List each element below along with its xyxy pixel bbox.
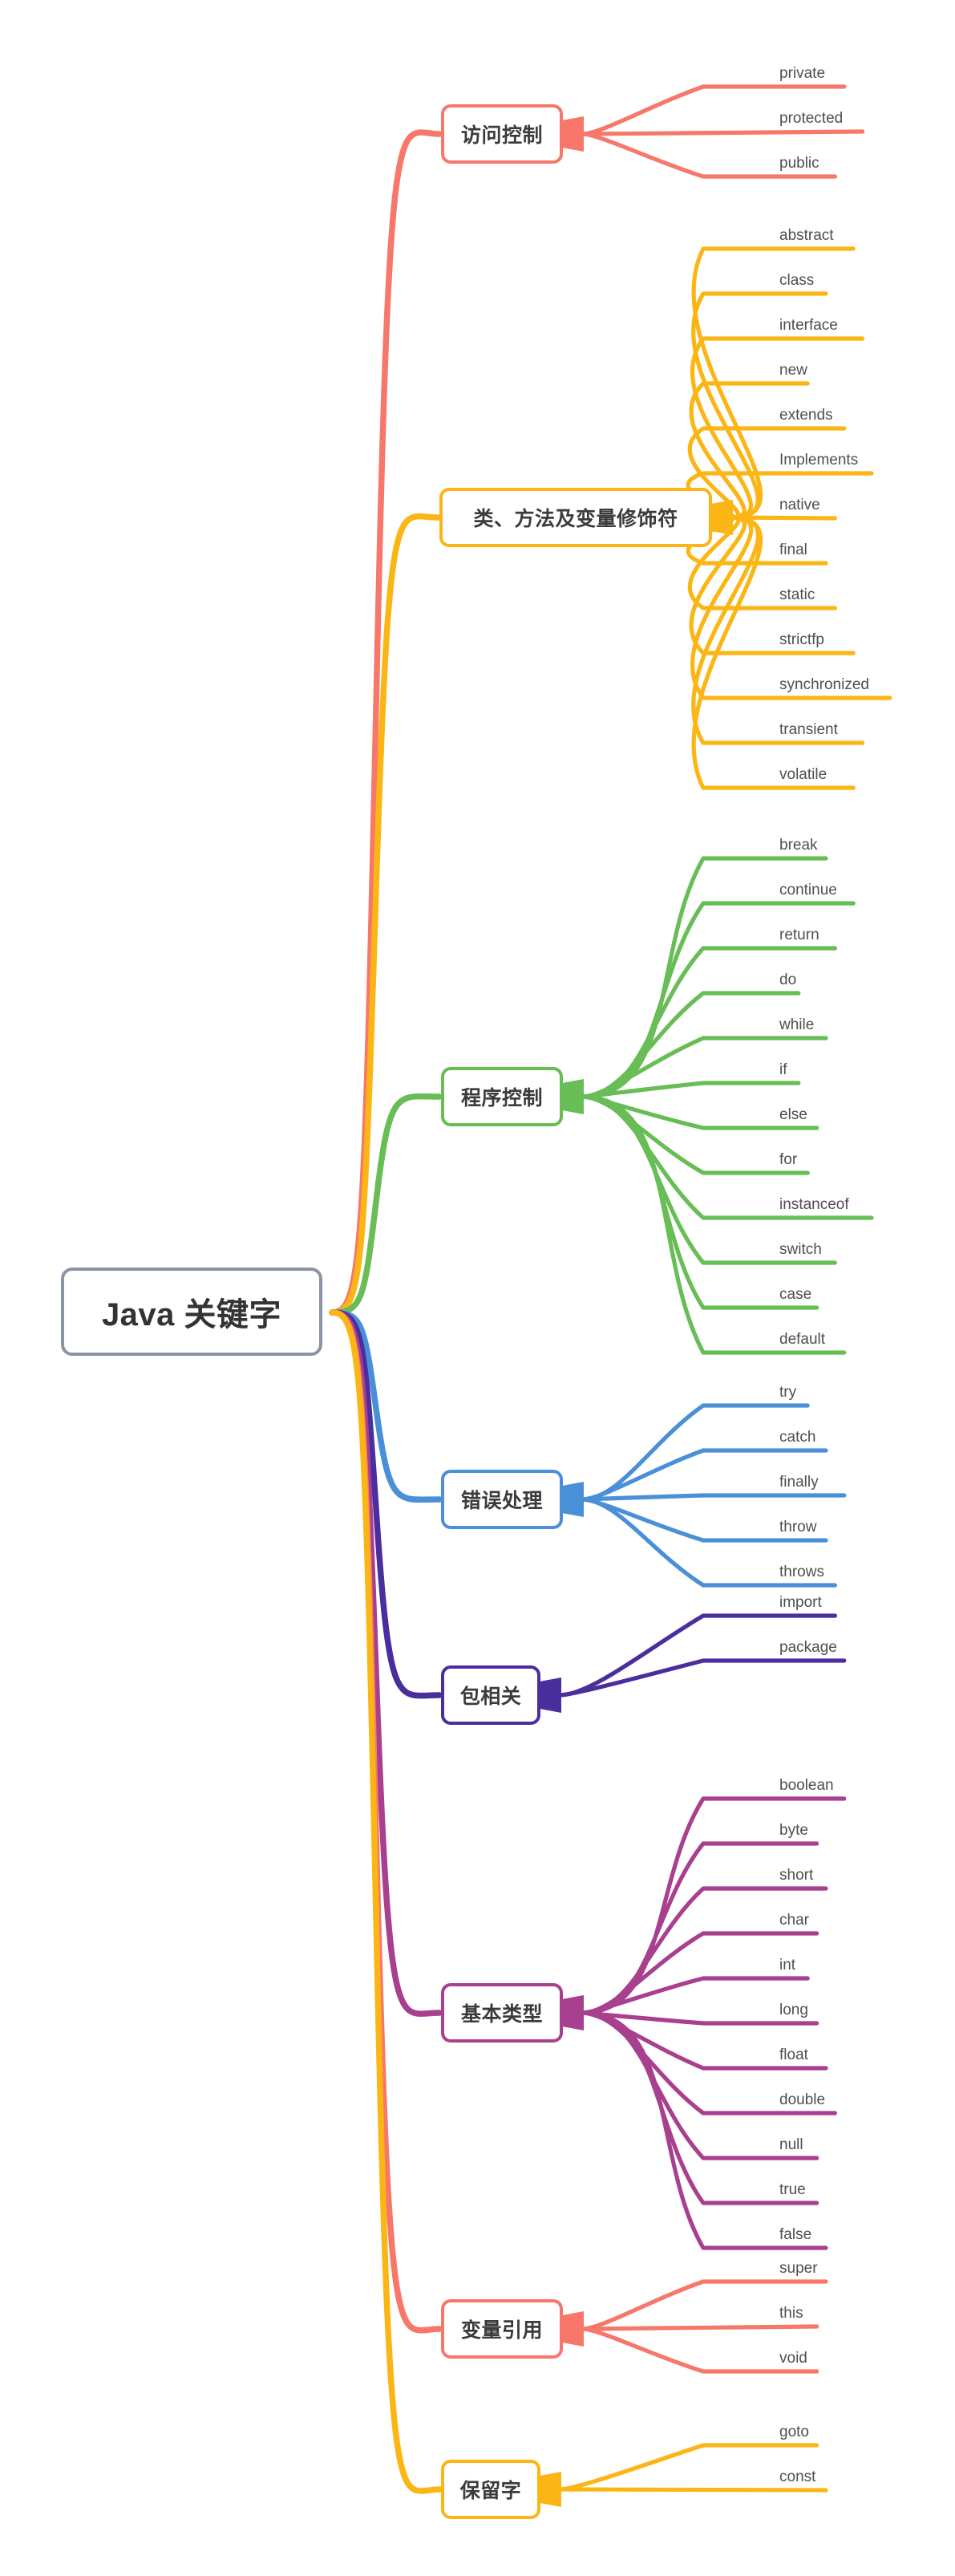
mindmap-canvas: 访问控制 private protected public 类、方法及变量修饰符 abst… xyxy=(0,0,955,2576)
branch-node-label: 保留字 xyxy=(459,2480,522,2502)
branch-node-5[interactable]: 包相关 xyxy=(441,1665,540,1725)
leaf-node[interactable]: final xyxy=(779,542,807,558)
root-node-label: Java 关键字 xyxy=(101,1297,282,1333)
leaf-node[interactable]: void xyxy=(779,2351,807,2366)
leaf-node[interactable]: for xyxy=(779,1152,797,1167)
leaf-node[interactable]: extends xyxy=(779,408,833,423)
leaf-node[interactable]: short xyxy=(779,1868,813,1883)
leaf-node[interactable]: do xyxy=(779,972,796,988)
leaf-node[interactable]: new xyxy=(779,363,807,378)
root-node[interactable]: Java 关键字 xyxy=(61,1268,322,1356)
leaf-node[interactable]: int xyxy=(779,1957,795,1973)
leaf-node[interactable]: default xyxy=(779,1332,825,1347)
leaf-node[interactable]: abstract xyxy=(779,228,834,243)
branch-node-label: 程序控制 xyxy=(460,1087,543,1110)
branch-node-label: 访问控制 xyxy=(460,124,543,147)
leaf-node[interactable]: goto xyxy=(779,2424,809,2440)
leaf-node[interactable]: import xyxy=(779,1595,822,1610)
leaf-node[interactable]: finally xyxy=(779,1475,819,1490)
leaf-node[interactable]: static xyxy=(779,587,815,602)
leaf-node[interactable]: null xyxy=(779,2137,803,2152)
leaf-node[interactable]: if xyxy=(779,1062,787,1077)
leaf-node[interactable]: throws xyxy=(779,1564,824,1580)
branch-node-label: 包相关 xyxy=(459,1686,522,1708)
branch-node-label: 类、方法及变量修饰符 xyxy=(473,508,678,530)
leaf-node[interactable]: native xyxy=(779,497,820,513)
leaf-node[interactable]: super xyxy=(779,2261,818,2276)
branch-node-2[interactable]: 类、方法及变量修饰符 xyxy=(439,488,712,547)
branch-node-8[interactable]: 保留字 xyxy=(441,2460,540,2519)
leaf-node[interactable]: private xyxy=(779,66,825,81)
leaf-node[interactable]: else xyxy=(779,1107,807,1122)
branch-node-4[interactable]: 错误处理 xyxy=(441,1470,563,1529)
leaf-node[interactable]: double xyxy=(779,2092,825,2107)
leaf-node[interactable]: public xyxy=(779,156,819,171)
leaf-node[interactable]: catch xyxy=(779,1430,815,1445)
leaf-node[interactable]: true xyxy=(779,2182,806,2197)
leaf-node[interactable]: throw xyxy=(779,1519,816,1535)
branch-node-6[interactable]: 基本类型 xyxy=(441,1983,563,2043)
leaf-node[interactable]: float xyxy=(779,2047,808,2063)
leaf-node[interactable]: byte xyxy=(779,1823,808,1838)
leaf-node[interactable]: strictfp xyxy=(779,632,824,647)
leaf-node[interactable]: interface xyxy=(779,318,838,333)
branch-node-3[interactable]: 程序控制 xyxy=(441,1067,563,1126)
branch-node-7[interactable]: 变量引用 xyxy=(441,2299,563,2359)
leaf-node[interactable]: long xyxy=(779,2002,808,2018)
leaf-node[interactable]: volatile xyxy=(779,767,827,782)
leaf-node[interactable]: package xyxy=(779,1640,837,1655)
leaf-node[interactable]: boolean xyxy=(779,1778,834,1793)
leaf-node[interactable]: char xyxy=(779,1913,809,1928)
leaf-node[interactable]: false xyxy=(779,2227,811,2242)
branch-node-label: 基本类型 xyxy=(460,2003,543,2026)
leaf-node[interactable]: return xyxy=(779,927,819,943)
leaf-node[interactable]: protected xyxy=(779,111,843,126)
leaf-node[interactable]: class xyxy=(779,273,814,288)
leaf-node[interactable]: transient xyxy=(779,722,838,737)
leaf-node[interactable]: case xyxy=(779,1287,811,1302)
leaf-node[interactable]: while xyxy=(779,1017,814,1032)
leaf-node[interactable]: try xyxy=(779,1385,796,1400)
branch-node-1[interactable]: 访问控制 xyxy=(441,104,563,164)
leaf-node[interactable]: continue xyxy=(779,882,837,898)
leaf-node[interactable]: synchronized xyxy=(779,677,869,692)
leaf-node[interactable]: Implements xyxy=(779,452,858,468)
leaf-node[interactable]: const xyxy=(779,2469,815,2485)
branch-node-label: 变量引用 xyxy=(460,2319,543,2342)
leaf-node[interactable]: instanceof xyxy=(779,1197,849,1212)
branch-node-label: 错误处理 xyxy=(460,1490,543,1512)
leaf-node[interactable]: break xyxy=(779,838,818,853)
leaf-node[interactable]: this xyxy=(779,2306,803,2321)
leaf-node[interactable]: switch xyxy=(779,1242,822,1257)
